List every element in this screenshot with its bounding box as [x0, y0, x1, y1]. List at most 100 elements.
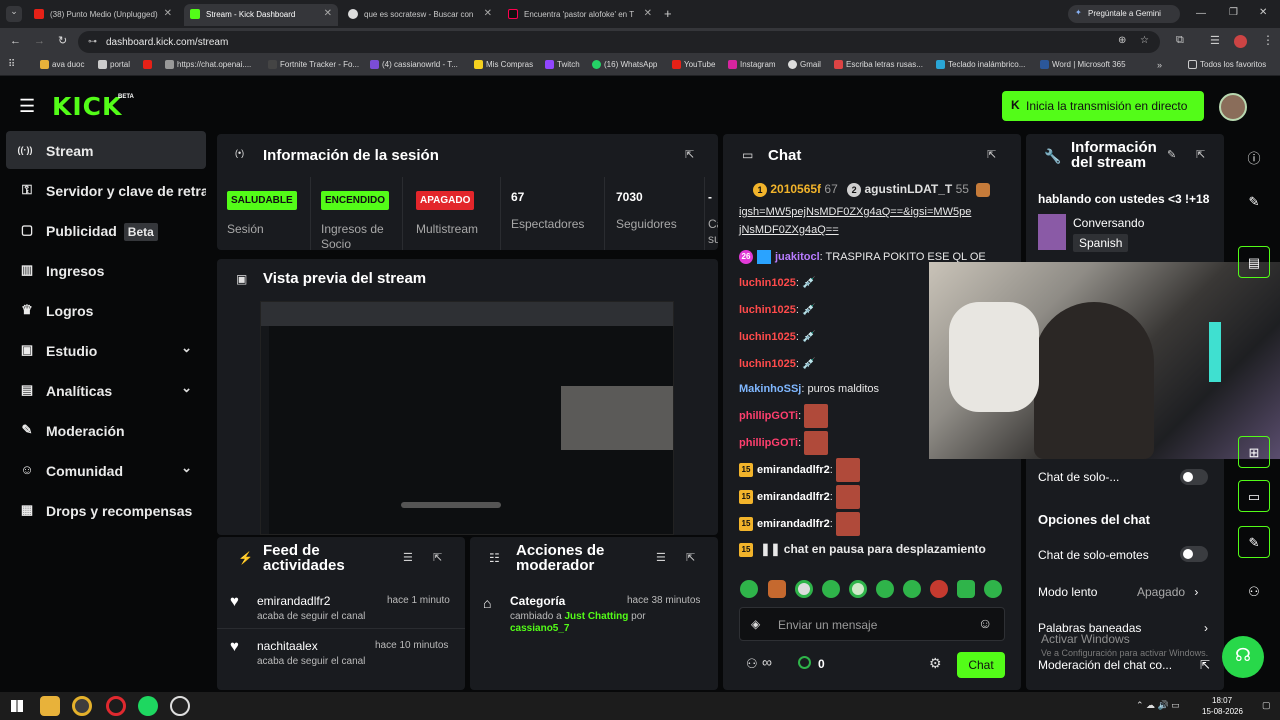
bookmark-item[interactable]: ava duoc — [40, 60, 84, 69]
emote-button[interactable] — [903, 580, 921, 598]
menu-icon[interactable]: ⋮ — [1262, 33, 1274, 47]
hamburger-menu-icon[interactable]: ☰ — [19, 96, 35, 117]
category-link[interactable]: Just Chatting — [564, 611, 628, 622]
forward-icon[interactable]: → — [34, 35, 45, 47]
bookmark-item[interactable]: Mis Compras — [474, 60, 533, 69]
spotify-icon[interactable] — [138, 696, 158, 716]
emote-button[interactable] — [930, 580, 948, 598]
popout-icon[interactable]: ⇱ — [433, 551, 442, 564]
chat-username[interactable]: luchin1025 — [739, 304, 796, 316]
back-icon[interactable]: ← — [10, 35, 21, 47]
bookmark-item[interactable]: Fortnite Tracker - Fo... — [268, 60, 359, 69]
chat-username[interactable]: luchin1025 — [739, 331, 796, 343]
emote-button[interactable] — [849, 580, 867, 598]
restore-button[interactable]: ❐ — [1229, 7, 1238, 18]
rail-button[interactable]: ⊞ — [1238, 436, 1270, 468]
bookmark-item[interactable]: (16) WhatsApp — [592, 60, 657, 69]
kick-logo[interactable]: KICK BETA — [52, 92, 134, 121]
bookmark-item[interactable]: (4) cassianowrld - T... — [370, 60, 458, 69]
file-explorer-icon[interactable] — [40, 696, 60, 716]
window-close-button[interactable]: ✕ — [1259, 7, 1267, 18]
popout-icon[interactable]: ⇱ — [1196, 148, 1205, 161]
apps-icon[interactable]: ⠿ — [8, 59, 15, 70]
new-tab-button[interactable]: + — [664, 6, 672, 21]
bookmark-item[interactable]: Twitch — [545, 60, 580, 69]
chat-link-text[interactable]: jNsMDF0ZXg4aQ== — [739, 224, 839, 236]
chat-username[interactable]: MakinhoSSj — [739, 383, 801, 395]
emote-button[interactable] — [795, 580, 813, 598]
sidebar-item-revenue[interactable]: ▥ Ingresos — [6, 251, 206, 289]
bookmark-star-icon[interactable]: ☆ — [1140, 35, 1149, 46]
layout-icon[interactable]: ▭ — [1238, 480, 1270, 512]
chat-moderation-row[interactable]: Moderación del chat co... ⇱ — [1038, 658, 1210, 672]
chat-username[interactable]: emirandadlfr2 — [757, 491, 830, 503]
emoji-icon[interactable]: ☺ — [978, 615, 992, 631]
chat-paused-notice[interactable]: 15 ❚❚ chat en pausa para desplazamiento — [739, 542, 986, 557]
chat-username[interactable]: phillipGOTi — [739, 410, 798, 422]
sidebar-item-community[interactable]: ☺ Comunidad ⌄ — [6, 451, 206, 489]
category-name[interactable]: Conversando — [1073, 216, 1144, 230]
info-icon[interactable]: ⓘ — [1238, 140, 1270, 172]
notification-icon[interactable]: ▢ — [1262, 700, 1271, 711]
support-chat-button[interactable]: ☊ — [1222, 636, 1264, 678]
sidebar-item-achievements[interactable]: ♛ Logros — [6, 291, 206, 329]
close-icon[interactable]: ✕ — [484, 8, 492, 19]
chat-username[interactable]: luchin1025 — [739, 358, 796, 370]
share-icon[interactable]: ⚇ — [1238, 576, 1270, 608]
bookmark-item[interactable]: Instagram — [728, 60, 776, 69]
filter-icon[interactable]: ☰ — [403, 551, 413, 564]
gear-icon[interactable]: ⚙ — [929, 655, 942, 672]
bookmark-item[interactable]: portal — [98, 60, 130, 69]
filter-icon[interactable]: ☰ — [656, 551, 666, 564]
emote-only-toggle[interactable] — [1180, 546, 1208, 562]
webcam-overlay[interactable] — [929, 262, 1280, 459]
chat-username[interactable]: emirandadlfr2 — [757, 464, 830, 476]
windows-start-icon[interactable] — [11, 700, 23, 712]
popout-icon[interactable]: ⇱ — [686, 551, 695, 564]
bookmark-item[interactable]: Escriba letras rusas... — [834, 60, 923, 69]
emote-button[interactable] — [957, 580, 975, 598]
minimize-button[interactable]: — — [1196, 8, 1206, 19]
sidebar-item-ads[interactable]: ▢ Publicidad Beta — [6, 211, 206, 249]
edit-icon[interactable]: ✎ — [1167, 148, 1176, 161]
chat-settings-icon[interactable]: ⚇ — [746, 656, 758, 672]
more-bookmarks-icon[interactable]: » — [1157, 60, 1162, 70]
bookmark-item[interactable]: YouTube — [672, 60, 715, 69]
start-stream-button[interactable]: K Inicia la transmisión en directo — [1002, 91, 1204, 121]
chat-username[interactable]: juakitocl — [775, 251, 820, 263]
emote-button[interactable] — [740, 580, 758, 598]
sidebar-item-stream[interactable]: ((·)) Stream — [6, 131, 206, 169]
tab-search-button[interactable]: ⌄ — [6, 6, 22, 22]
chat-send-button[interactable]: Chat — [957, 652, 1005, 678]
reading-list-icon[interactable]: ☰ — [1210, 34, 1220, 47]
user-link[interactable]: cassiano5_7 — [510, 623, 570, 634]
chat-input[interactable]: ◈ Enviar un mensaje ☺ — [739, 607, 1005, 641]
all-favorites-folder[interactable]: Todos los favoritos — [1188, 60, 1266, 69]
tray-icons[interactable]: ⌃ ☁ 🔊 ▭ — [1136, 700, 1180, 711]
popout-icon[interactable]: ⇱ — [685, 148, 694, 161]
reload-icon[interactable]: ↻ — [58, 34, 67, 47]
sidebar-item-stream-key[interactable]: ⚿Servidor y clave de retransmisión — [6, 171, 206, 209]
tab-tiktok[interactable]: Encuentra 'pastor alofoke' en T ✕ — [502, 4, 658, 26]
chrome-icon[interactable] — [72, 696, 92, 716]
bookmark-item[interactable]: Gmail — [788, 60, 821, 69]
extensions-icon[interactable]: ⧉ — [1176, 34, 1184, 47]
sidebar-item-studio[interactable]: ▣ Estudio ⌄ — [6, 331, 206, 369]
stream-video[interactable] — [260, 301, 674, 535]
rail-button[interactable]: ▤ — [1238, 246, 1270, 278]
site-info-icon[interactable]: ⊶ — [88, 36, 97, 47]
profile-avatar[interactable] — [1234, 35, 1247, 48]
sidebar-item-moderation[interactable]: ✎ Moderación — [6, 411, 206, 449]
sub-only-toggle[interactable] — [1180, 469, 1208, 485]
user-avatar[interactable] — [1219, 93, 1247, 121]
chat-username[interactable]: luchin1025 — [739, 277, 796, 289]
close-icon[interactable]: ✕ — [164, 8, 172, 19]
emote-button[interactable] — [822, 580, 840, 598]
tab-kick-dashboard[interactable]: Stream - Kick Dashboard ✕ — [184, 4, 338, 26]
chat-username[interactable]: emirandadlfr2 — [757, 518, 830, 530]
emote-button[interactable] — [876, 580, 894, 598]
chat-link-text[interactable]: igsh=MW5pejNsMDF0ZXg4aQ==&igsi=MW5pe — [739, 206, 971, 218]
popout-icon[interactable]: ⇱ — [987, 148, 996, 161]
zoom-icon[interactable]: ⊕ — [1118, 35, 1126, 46]
edit-icon[interactable]: ✎ — [1238, 186, 1270, 218]
